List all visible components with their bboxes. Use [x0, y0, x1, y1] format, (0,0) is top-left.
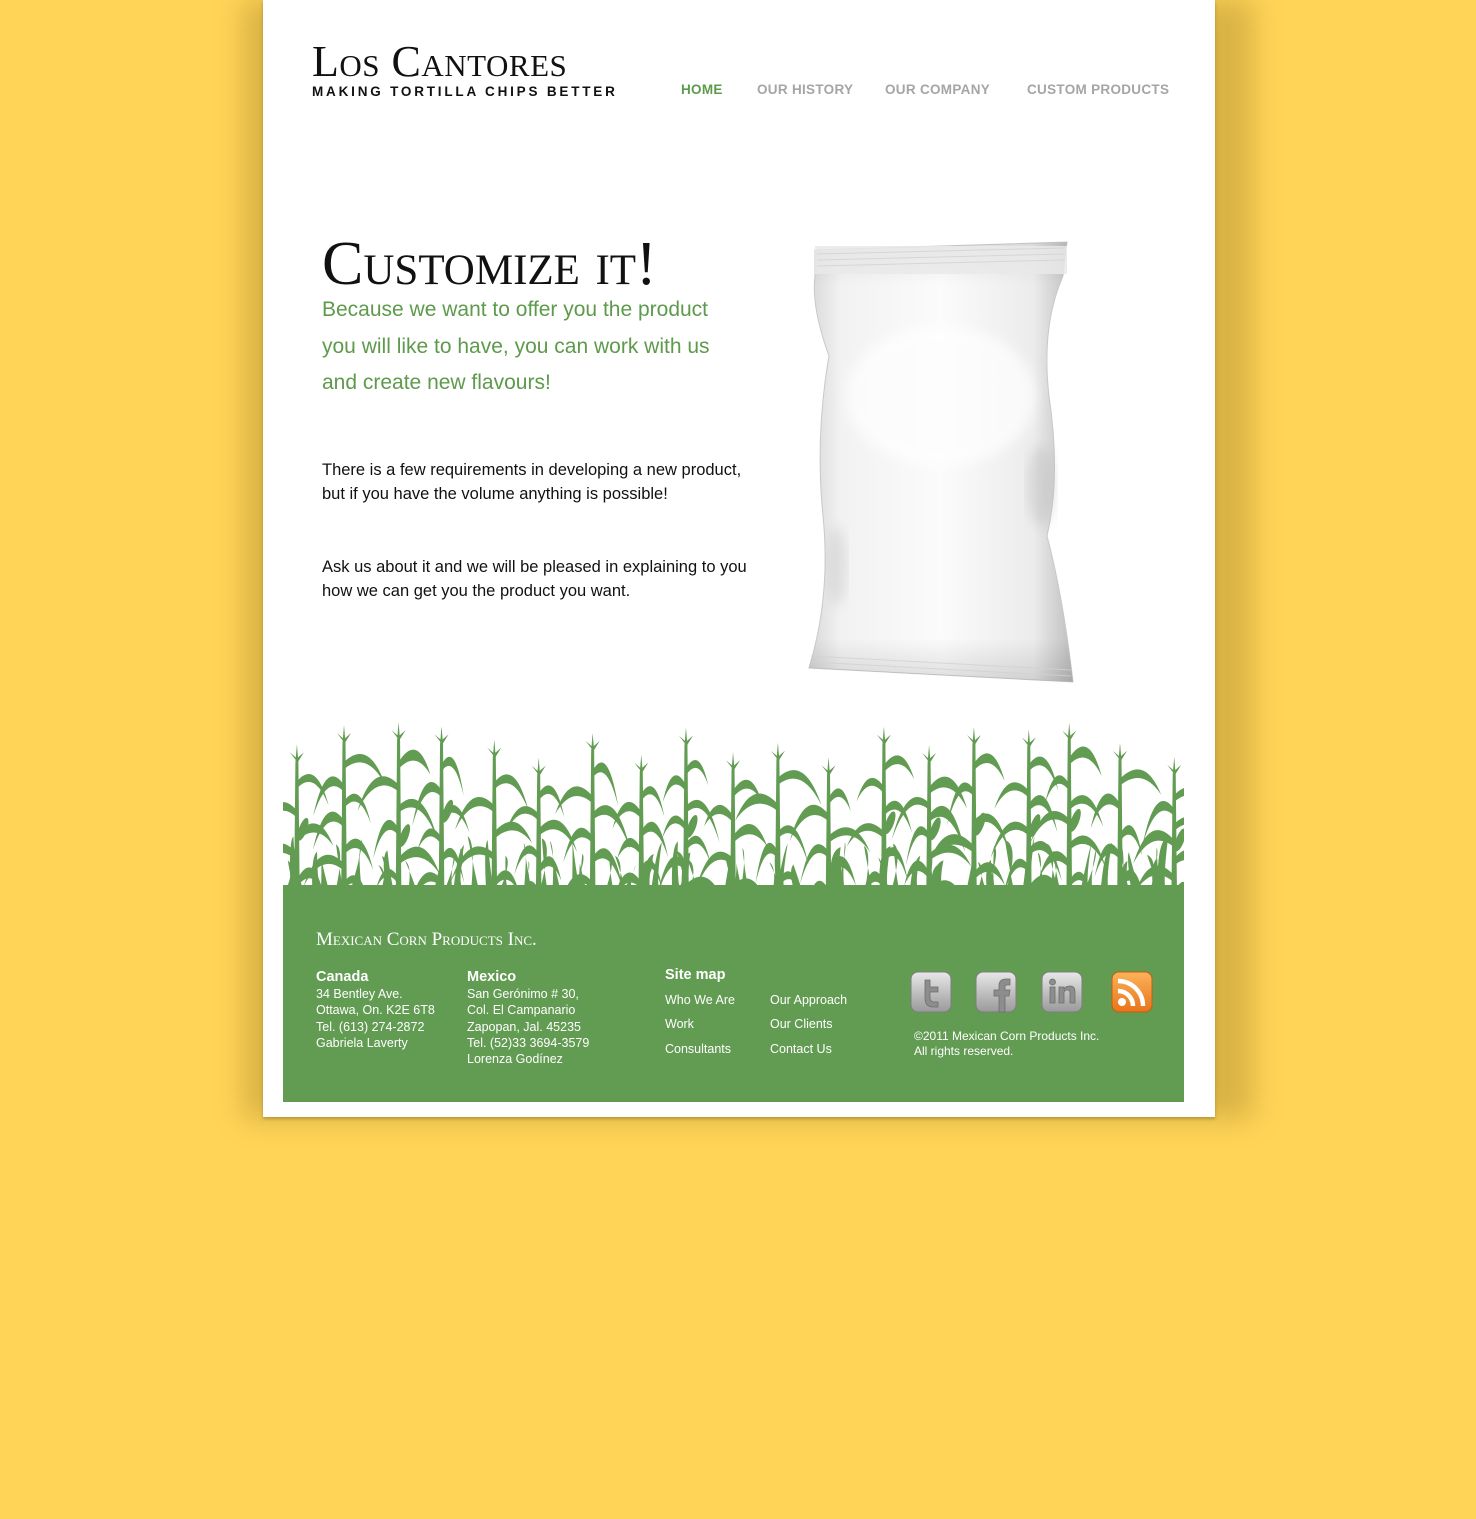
sitemap-link-work[interactable]: Work: [665, 1017, 694, 1031]
sitemap-link-who-we-are[interactable]: Who We Are: [665, 993, 735, 1007]
mexico-address: Mexico San Gerónimo # 30, Col. El Campan…: [467, 968, 589, 1067]
sitemap-link-our-approach[interactable]: Our Approach: [770, 993, 847, 1007]
phone-line: Tel. (52)33 3694-3579: [467, 1035, 590, 1050]
copyright-line: ©2011 Mexican Corn Products Inc.: [914, 1029, 1100, 1043]
body-paragraph-2: Ask us about it and we will be pleased i…: [322, 558, 747, 601]
twitter-icon[interactable]: [910, 971, 952, 1013]
facebook-icon[interactable]: [975, 971, 1017, 1013]
address-line: Ottawa, On. K2E 6T8: [316, 1003, 435, 1018]
chip-bag-image: [808, 241, 1074, 683]
mexico-heading: Mexico: [467, 969, 517, 985]
contact-name: Gabriela Laverty: [316, 1035, 408, 1050]
page-container: Los Cantores MAKING TORTILLA CHIPS BETTE…: [263, 0, 1215, 1117]
sitemap-link-our-clients[interactable]: Our Clients: [770, 1017, 833, 1031]
sitemap-link-contact-us[interactable]: Contact Us: [770, 1042, 832, 1056]
page-headline: Customize it!: [322, 230, 657, 298]
body-paragraph-1: There is a few requirements in developin…: [322, 461, 742, 504]
nav-our-history[interactable]: OUR HISTORY: [757, 82, 853, 97]
rss-icon[interactable]: [1111, 971, 1153, 1013]
canada-heading: Canada: [316, 969, 369, 985]
sitemap-link-consultants[interactable]: Consultants: [665, 1042, 731, 1056]
nav-home[interactable]: HOME: [681, 82, 723, 97]
address-line: San Gerónimo # 30,: [467, 987, 579, 1001]
footer: Mexican Corn Products Inc. Canada 34 Ben…: [283, 912, 1184, 1102]
canada-address: Canada 34 Bentley Ave. Ottawa, On. K2E 6…: [316, 968, 435, 1051]
address-line: Zapopan, Jal. 45235: [467, 1019, 581, 1034]
sitemap-heading: Site map: [665, 967, 726, 983]
linkedin-icon[interactable]: [1041, 971, 1083, 1013]
address-line: 34 Bentley Ave.: [316, 987, 403, 1001]
copyright-line: All rights reserved.: [914, 1044, 1014, 1058]
nav-our-company[interactable]: OUR COMPANY: [885, 82, 990, 97]
copyright: ©2011 Mexican Corn Products Inc. All rig…: [914, 1029, 1099, 1059]
phone-line: Tel. (613) 274-2872: [316, 1019, 425, 1034]
logo-title: Los Cantores: [312, 37, 568, 86]
address-line: Col. El Campanario: [467, 1003, 576, 1018]
contact-name: Lorenza Godínez: [467, 1052, 563, 1067]
nav-custom-products[interactable]: CUSTOM PRODUCTS: [1027, 82, 1169, 97]
lead-text: Because we want to offer you the product…: [322, 298, 710, 394]
corn-field-illustration: [283, 722, 1184, 915]
footer-company-name: Mexican Corn Products Inc.: [316, 929, 537, 950]
main-nav: HOME OUR HISTORY OUR COMPANY CUSTOM PROD…: [263, 82, 1215, 102]
